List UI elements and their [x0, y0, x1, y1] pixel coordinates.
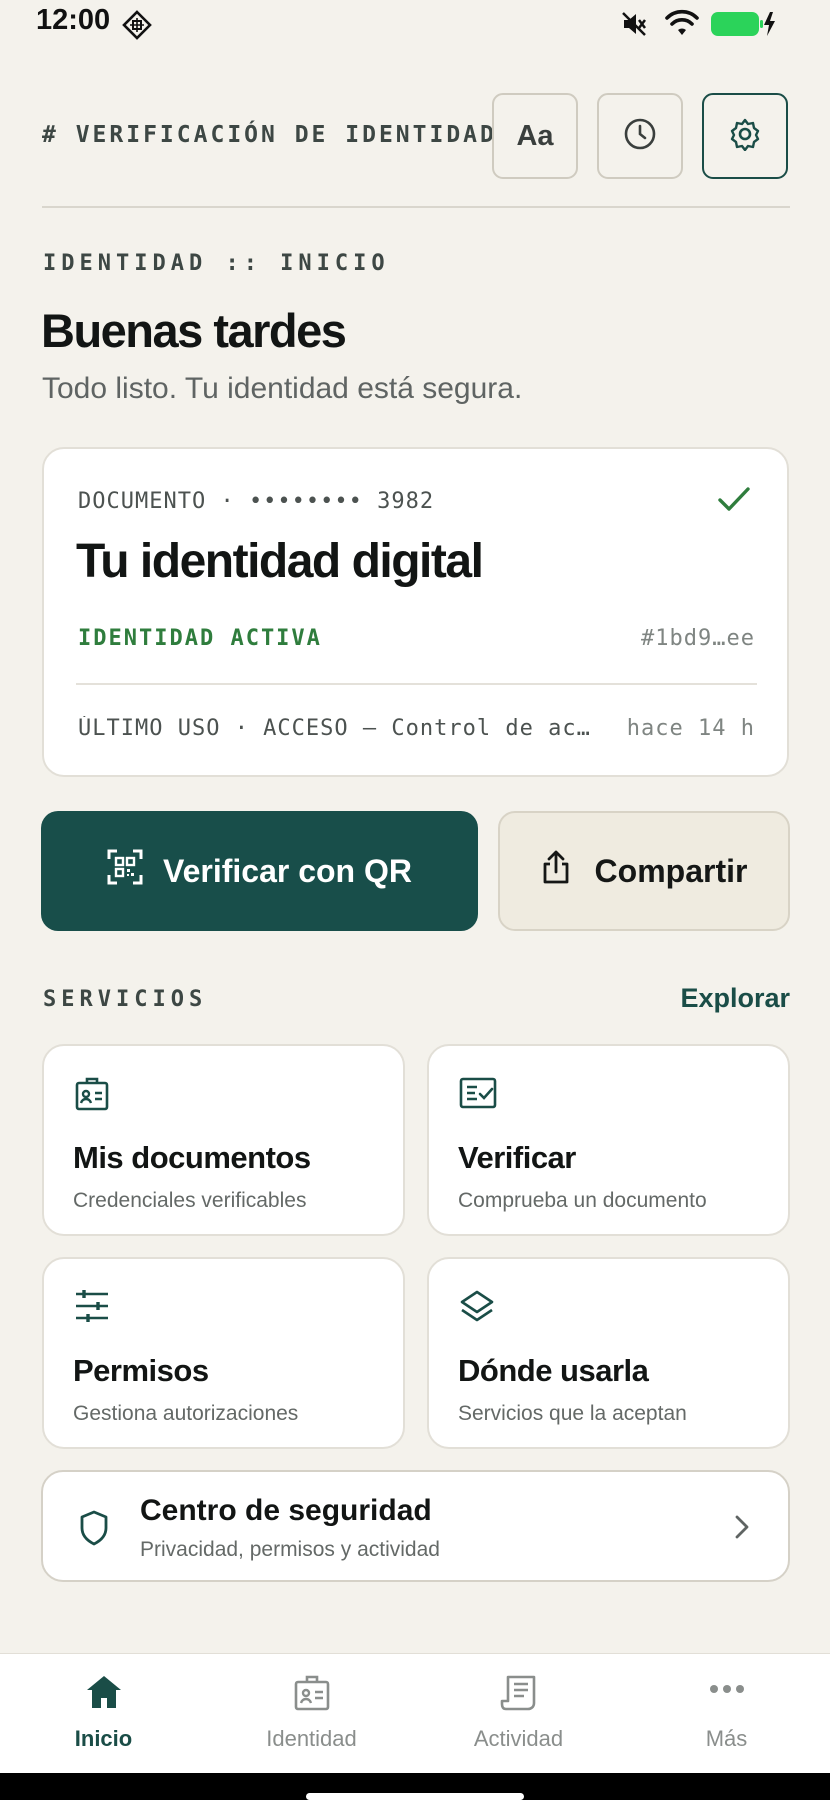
tile-description: Credenciales verificables	[73, 1189, 307, 1212]
identity-card[interactable]: DOCUMENTO · •••••••• 3982 Tu identidad d…	[42, 447, 789, 777]
nav-item-identity[interactable]: Identidad	[208, 1654, 415, 1773]
chevron-right-icon	[734, 1514, 750, 1545]
security-center-title: Centro de seguridad	[140, 1494, 432, 1527]
tile-title: Mis documentos	[73, 1140, 311, 1175]
service-tile-permissions[interactable]: Permisos Gestiona autorizaciones	[42, 1257, 405, 1449]
status-time: 12:00	[36, 4, 111, 36]
nav-item-activity[interactable]: Actividad	[415, 1654, 622, 1773]
nav-item-home[interactable]: Inicio	[0, 1654, 207, 1773]
history-button[interactable]	[597, 93, 683, 179]
last-use-time: hace 14 h	[626, 716, 755, 741]
page-subtitle: Todo listo. Tu identidad está segura.	[42, 372, 523, 405]
receipt-icon	[415, 1674, 622, 1712]
nav-label: Actividad	[473, 1726, 564, 1751]
settings-button[interactable]	[702, 93, 788, 179]
verify-qr-label: Verificar con QR	[163, 852, 412, 889]
verify-qr-button[interactable]: Verificar con QR	[41, 811, 478, 931]
sliders-icon	[74, 1289, 110, 1328]
wifi-icon	[664, 8, 700, 43]
more-icon	[623, 1684, 830, 1694]
identity-card-title: Tu identidad digital	[76, 535, 484, 588]
last-use-text: ÚLTIMO USO · ACCESO — Control de ac…	[78, 716, 591, 741]
header-divider	[42, 206, 790, 208]
shield-icon	[79, 1510, 109, 1551]
breadcrumb: IDENTIDAD :: INICIO	[43, 251, 390, 276]
app-title: # VERIFICACIÓN DE IDENTIDAD	[42, 122, 497, 148]
nav-label: Inicio	[74, 1726, 133, 1751]
security-center-row[interactable]: Centro de seguridad Privacidad, permisos…	[41, 1470, 790, 1582]
verified-check-icon	[717, 485, 751, 520]
card-divider	[76, 683, 757, 685]
tile-description: Servicios que la aceptan	[458, 1402, 687, 1425]
layers-icon	[459, 1289, 495, 1330]
service-tile-documents[interactable]: Mis documentos Credenciales verificables	[42, 1044, 405, 1236]
battery-icon	[710, 10, 776, 43]
nav-label: Más	[705, 1726, 748, 1751]
tile-description: Gestiona autorizaciones	[73, 1402, 299, 1425]
service-tile-where-to-use[interactable]: Dónde usarla Servicios que la aceptan	[427, 1257, 790, 1449]
document-number: DOCUMENTO · •••••••• 3982	[78, 489, 435, 514]
tile-title: Verificar	[458, 1140, 576, 1175]
status-bar: 12:00	[0, 0, 830, 46]
diamond-app-icon	[122, 10, 152, 45]
security-center-description: Privacidad, permisos y actividad	[140, 1538, 440, 1561]
tile-description: Comprueba un documento	[458, 1189, 707, 1212]
page-title: Buenas tardes	[41, 304, 347, 357]
identity-hash: #1bd9…ee	[641, 626, 755, 651]
status-badge: IDENTIDAD ACTIVA	[78, 626, 322, 651]
nav-item-more[interactable]: Más	[623, 1654, 830, 1773]
text-size-button[interactable]: Aa	[492, 93, 578, 179]
qr-code-icon	[107, 849, 143, 893]
service-tile-verify[interactable]: Verificar Comprueba un documento	[427, 1044, 790, 1236]
share-button[interactable]: Compartir	[498, 811, 790, 931]
bottom-navigation: Inicio Identidad Actividad Más	[0, 1653, 830, 1773]
id-card-icon	[208, 1674, 415, 1712]
home-indicator[interactable]	[306, 1793, 524, 1800]
id-badge-icon	[74, 1076, 110, 1117]
clock-icon	[623, 117, 657, 156]
share-icon	[541, 849, 571, 893]
tile-title: Permisos	[73, 1353, 209, 1388]
tile-title: Dónde usarla	[458, 1353, 649, 1388]
app-screen: 12:00 # VERIFICACIÓN DE IDENTIDAD Aa IDE…	[0, 0, 830, 1773]
verify-document-icon	[459, 1076, 497, 1115]
gear-icon	[728, 117, 762, 156]
share-label: Compartir	[594, 852, 748, 889]
mute-icon	[620, 10, 648, 43]
services-heading: SERVICIOS	[43, 987, 208, 1012]
explore-link[interactable]: Explorar	[680, 983, 790, 1014]
nav-label: Identidad	[266, 1726, 357, 1751]
home-icon	[0, 1674, 207, 1710]
text-size-label: Aa	[516, 119, 554, 152]
